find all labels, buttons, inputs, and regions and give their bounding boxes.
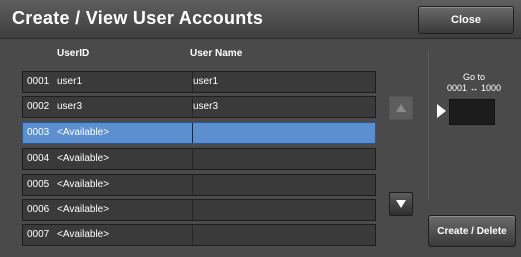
row-number: 0005 [27, 179, 50, 190]
row-userid: <Available> [57, 127, 110, 138]
triangle-right-icon [437, 104, 446, 118]
create-delete-button[interactable]: Create / Delete [428, 215, 516, 247]
row-username-cell [192, 225, 375, 245]
row-userid: user1 [57, 76, 83, 87]
row-username-cell: user3 [192, 97, 375, 117]
goto-label-line1: Go to [462, 72, 485, 82]
row-userid: user3 [57, 101, 83, 112]
goto-label-range: 0001 ↔ 1000 [446, 83, 502, 93]
table-row[interactable]: 0006 <Available> [22, 199, 376, 221]
page-title: Create / View User Accounts [12, 8, 264, 28]
row-userid: <Available> [57, 204, 110, 215]
row-number: 0006 [27, 204, 50, 215]
row-username: user3 [193, 101, 219, 112]
scroll-down-button[interactable] [389, 192, 413, 216]
table-row[interactable]: 0004 <Available> [22, 148, 376, 170]
table-row[interactable]: 0001 user1 user1 [22, 71, 376, 93]
row-username-cell [192, 149, 375, 169]
row-number: 0001 [27, 76, 50, 87]
close-button[interactable]: Close [418, 6, 514, 34]
row-userid: <Available> [57, 179, 110, 190]
row-userid: <Available> [57, 229, 110, 240]
triangle-down-icon [396, 200, 406, 208]
row-username-cell [192, 200, 375, 220]
table-row[interactable]: 0007 <Available> [22, 224, 376, 246]
table-row[interactable]: 0005 <Available> [22, 174, 376, 196]
row-username-cell [192, 175, 375, 195]
row-username-cell: user1 [192, 72, 375, 92]
row-number: 0003 [27, 127, 50, 138]
column-header-userid: UserID [57, 48, 90, 59]
row-number: 0002 [27, 101, 50, 112]
row-userid: <Available> [57, 153, 110, 164]
column-header-username: User Name [190, 48, 243, 59]
triangle-up-icon [396, 104, 406, 112]
row-number: 0007 [27, 229, 50, 240]
table-row[interactable]: 0002 user3 user3 [22, 96, 376, 118]
scroll-up-button[interactable] [389, 96, 413, 120]
goto-input[interactable] [449, 99, 495, 125]
table-row[interactable]: 0003 <Available> [22, 122, 376, 144]
row-number: 0004 [27, 153, 50, 164]
row-username-cell [192, 123, 375, 143]
goto-label: Go to 0001 ↔ 1000 [436, 72, 512, 94]
row-username: user1 [193, 76, 219, 87]
